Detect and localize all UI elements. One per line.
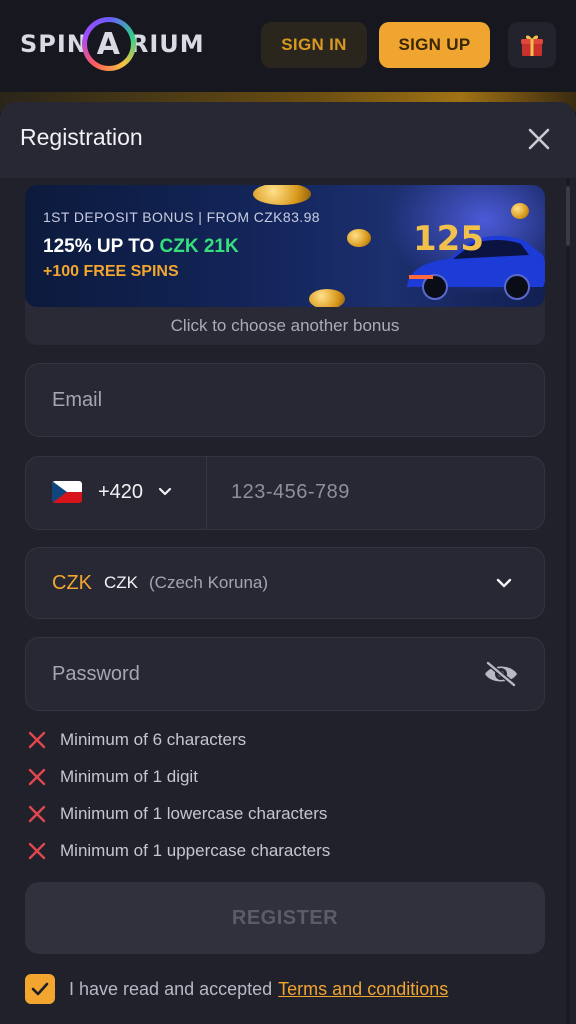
gift-icon (521, 35, 543, 56)
currency-select[interactable]: CZK CZK (Czech Koruna) (25, 547, 545, 619)
cross-icon (28, 768, 46, 786)
close-button[interactable] (522, 122, 556, 156)
bonus-selector[interactable]: 1ST DEPOSIT BONUS | FROM CZK83.98 125% U… (25, 185, 545, 345)
terms-checkbox[interactable] (25, 974, 55, 1004)
sign-up-button[interactable]: SIGN UP (379, 22, 490, 68)
coin-image (253, 185, 311, 205)
bonus-subtitle: 1ST DEPOSIT BONUS | FROM CZK83.98 (43, 209, 320, 225)
password-requirement: Minimum of 1 digit (27, 765, 198, 789)
coin-image (309, 289, 345, 307)
cross-icon (28, 805, 46, 823)
chevron-down-icon (158, 487, 172, 496)
scrollbar-thumb[interactable] (566, 186, 570, 246)
requirement-text: Minimum of 6 characters (60, 730, 247, 749)
phone-input[interactable]: 123-456-789 (231, 481, 350, 504)
requirement-text: Minimum of 1 uppercase characters (60, 841, 331, 860)
requirement-text: Minimum of 1 lowercase characters (60, 804, 328, 823)
modal-title: Registration (20, 124, 143, 150)
logo-ring: A (81, 17, 136, 71)
password-placeholder: Password (52, 663, 140, 685)
logo-text-left: SPIN (20, 30, 88, 58)
bonus-headline-prefix: 125% UP TO (43, 236, 160, 257)
phone-field[interactable]: +420 123-456-789 (25, 456, 545, 530)
checkmark-icon (31, 982, 49, 996)
country-code: +420 (98, 481, 144, 503)
password-requirement: Minimum of 6 characters (27, 728, 246, 752)
password-field[interactable]: Password (25, 637, 545, 711)
scrollbar-track[interactable] (566, 178, 570, 1024)
czech-flag-icon (52, 481, 82, 503)
chevron-down-icon (496, 578, 512, 588)
terms-text: I have read and accepted (69, 978, 273, 999)
logo-text-right: RIUM (129, 30, 205, 58)
terms-row: I have read and accepted Terms and condi… (25, 973, 448, 1005)
bonus-headline: 125% UP TO CZK 21K (43, 236, 239, 258)
coin-image (347, 229, 371, 247)
phone-divider (206, 457, 207, 529)
cross-icon (28, 731, 46, 749)
bonus-banner[interactable]: 1ST DEPOSIT BONUS | FROM CZK83.98 125% U… (25, 185, 545, 307)
coin-image (511, 203, 529, 219)
currency-full-name: (Czech Koruna) (149, 573, 269, 592)
password-requirement: Minimum of 1 lowercase characters (27, 802, 327, 826)
email-field[interactable]: Email (25, 363, 545, 437)
top-bar: SPIN A RIUM SIGN IN SIGN UP (0, 0, 576, 92)
eye-slash-icon (485, 661, 517, 687)
gift-button[interactable] (508, 22, 556, 68)
requirement-text: Minimum of 1 digit (60, 767, 198, 786)
close-icon (528, 128, 550, 150)
currency-name: CZK (104, 573, 138, 592)
toggle-password-visibility[interactable] (482, 660, 520, 688)
email-placeholder: Email (52, 389, 103, 411)
modal-header: Registration (0, 102, 576, 178)
password-requirement: Minimum of 1 uppercase characters (27, 839, 330, 863)
terms-link[interactable]: Terms and conditions (278, 979, 448, 1000)
choose-another-bonus[interactable]: Click to choose another bonus (25, 316, 545, 336)
country-code-selector[interactable]: +420 (26, 457, 206, 529)
bonus-125-badge: 125 (413, 219, 484, 259)
logo-ring-letter: A (96, 26, 121, 62)
register-button[interactable]: REGISTER (25, 882, 545, 954)
sign-in-button[interactable]: SIGN IN (261, 22, 367, 68)
bonus-free-spins: +100 FREE SPINS (43, 263, 179, 280)
bonus-headline-amount: CZK 21K (159, 236, 239, 257)
logo[interactable]: SPIN A RIUM (20, 14, 205, 74)
currency-code: CZK (52, 572, 92, 594)
cross-icon (28, 842, 46, 860)
